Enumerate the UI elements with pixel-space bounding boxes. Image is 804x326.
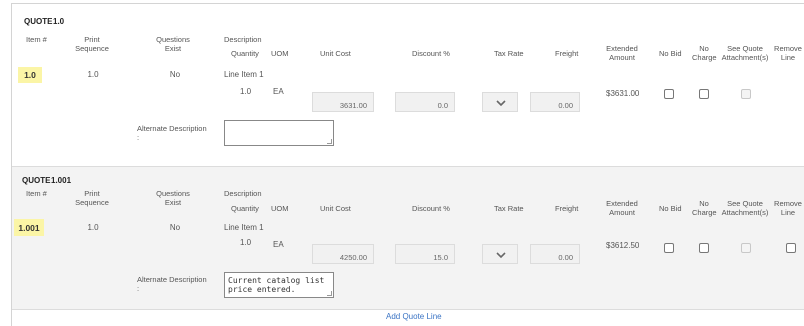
add-quote-line-link[interactable]: Add Quote Line bbox=[386, 312, 442, 321]
header-no-bid: No Bid bbox=[659, 204, 682, 213]
header-print-sequence: Print Sequence bbox=[75, 35, 109, 53]
resize-grip-icon[interactable] bbox=[327, 139, 332, 144]
quote-block-2: QUOTE 1.001 Item # Print Sequence Questi… bbox=[12, 166, 804, 310]
discount-input[interactable]: 0.0 bbox=[395, 92, 455, 112]
tax-rate-select[interactable] bbox=[482, 244, 518, 264]
no-bid-checkbox[interactable] bbox=[664, 243, 674, 253]
see-quote-attachments-checkbox bbox=[741, 243, 751, 253]
header-no-bid: No Bid bbox=[659, 49, 682, 58]
header-questions-exist: Questions Exist bbox=[156, 189, 190, 207]
questions-exist-value: No bbox=[169, 70, 181, 79]
tax-rate-select[interactable] bbox=[482, 92, 518, 112]
header-remove-line: Remove Line bbox=[774, 44, 802, 62]
alternate-description-colon: : bbox=[137, 133, 140, 142]
item-number-badge: 1.0 bbox=[18, 67, 42, 83]
questions-exist-value: No bbox=[169, 223, 181, 232]
no-charge-checkbox[interactable] bbox=[699, 243, 709, 253]
header-freight: Freight bbox=[555, 49, 579, 58]
resize-grip-icon[interactable] bbox=[327, 291, 332, 296]
header-print-sequence: Print Sequence bbox=[75, 189, 109, 207]
header-no-charge: No Charge bbox=[692, 44, 717, 62]
header-extended-amount: Extended Amount bbox=[606, 199, 638, 217]
line-description: Line Item 1 bbox=[224, 70, 264, 79]
quote-number: 1.001 bbox=[51, 176, 72, 185]
header-extended-amount: Extended Amount bbox=[606, 44, 638, 62]
no-charge-checkbox[interactable] bbox=[699, 89, 709, 99]
header-tax-rate: Tax Rate bbox=[494, 204, 524, 213]
extended-amount-value: $3631.00 bbox=[606, 89, 640, 98]
header-questions-exist: Questions Exist bbox=[156, 35, 190, 53]
header-unit-cost: Unit Cost bbox=[320, 49, 351, 58]
header-item: Item # bbox=[26, 189, 47, 198]
alternate-description-textarea[interactable] bbox=[224, 120, 334, 146]
unit-cost-input[interactable]: 3631.00 bbox=[312, 92, 374, 112]
quote-label: QUOTE bbox=[24, 17, 53, 26]
uom-value: EA bbox=[273, 87, 284, 96]
see-quote-attachments-checkbox bbox=[741, 89, 751, 99]
print-sequence-value: 1.0 bbox=[87, 70, 99, 79]
remove-line-checkbox[interactable] bbox=[786, 243, 796, 253]
uom-value: EA bbox=[273, 240, 284, 249]
header-uom: UOM bbox=[271, 49, 289, 58]
header-uom: UOM bbox=[271, 204, 289, 213]
header-tax-rate: Tax Rate bbox=[494, 49, 524, 58]
quote-number: 1.0 bbox=[53, 17, 65, 26]
header-discount: Discount % bbox=[412, 49, 450, 58]
print-sequence-value: 1.0 bbox=[87, 223, 99, 232]
quantity-value: 1.0 bbox=[240, 87, 252, 96]
freight-input[interactable]: 0.00 bbox=[530, 244, 580, 264]
header-item: Item # bbox=[26, 35, 47, 44]
discount-input[interactable]: 15.0 bbox=[395, 244, 455, 264]
header-description: Description bbox=[224, 35, 262, 44]
quote-label: QUOTE bbox=[22, 176, 51, 185]
header-unit-cost: Unit Cost bbox=[320, 204, 351, 213]
header-quantity: Quantity bbox=[231, 204, 259, 213]
unit-cost-input[interactable]: 4250.00 bbox=[312, 244, 374, 264]
header-quantity: Quantity bbox=[231, 49, 259, 58]
header-description: Description bbox=[224, 189, 262, 198]
freight-input[interactable]: 0.00 bbox=[530, 92, 580, 112]
header-see-quote-attachments: See Quote Attachment(s) bbox=[721, 44, 769, 62]
chevron-down-icon bbox=[496, 252, 506, 259]
alternate-description-label: Alternate Description bbox=[137, 124, 207, 133]
line-description: Line Item 1 bbox=[224, 223, 264, 232]
quantity-value: 1.0 bbox=[240, 238, 252, 247]
item-number-badge: 1.001 bbox=[14, 219, 44, 236]
header-discount: Discount % bbox=[412, 204, 450, 213]
header-no-charge: No Charge bbox=[692, 199, 717, 217]
header-freight: Freight bbox=[555, 204, 579, 213]
extended-amount-value: $3612.50 bbox=[606, 241, 640, 250]
alternate-description-label: Alternate Description bbox=[137, 275, 207, 284]
no-bid-checkbox[interactable] bbox=[664, 89, 674, 99]
chevron-down-icon bbox=[496, 100, 506, 107]
quote-block-1: QUOTE 1.0 Item # Print Sequence Question… bbox=[12, 4, 804, 146]
alternate-description-colon: : bbox=[137, 284, 140, 293]
header-remove-line: Remove Line bbox=[774, 199, 802, 217]
header-see-quote-attachments: See Quote Attachment(s) bbox=[721, 199, 769, 217]
alternate-description-textarea[interactable]: Current catalog list price entered. bbox=[224, 272, 334, 298]
